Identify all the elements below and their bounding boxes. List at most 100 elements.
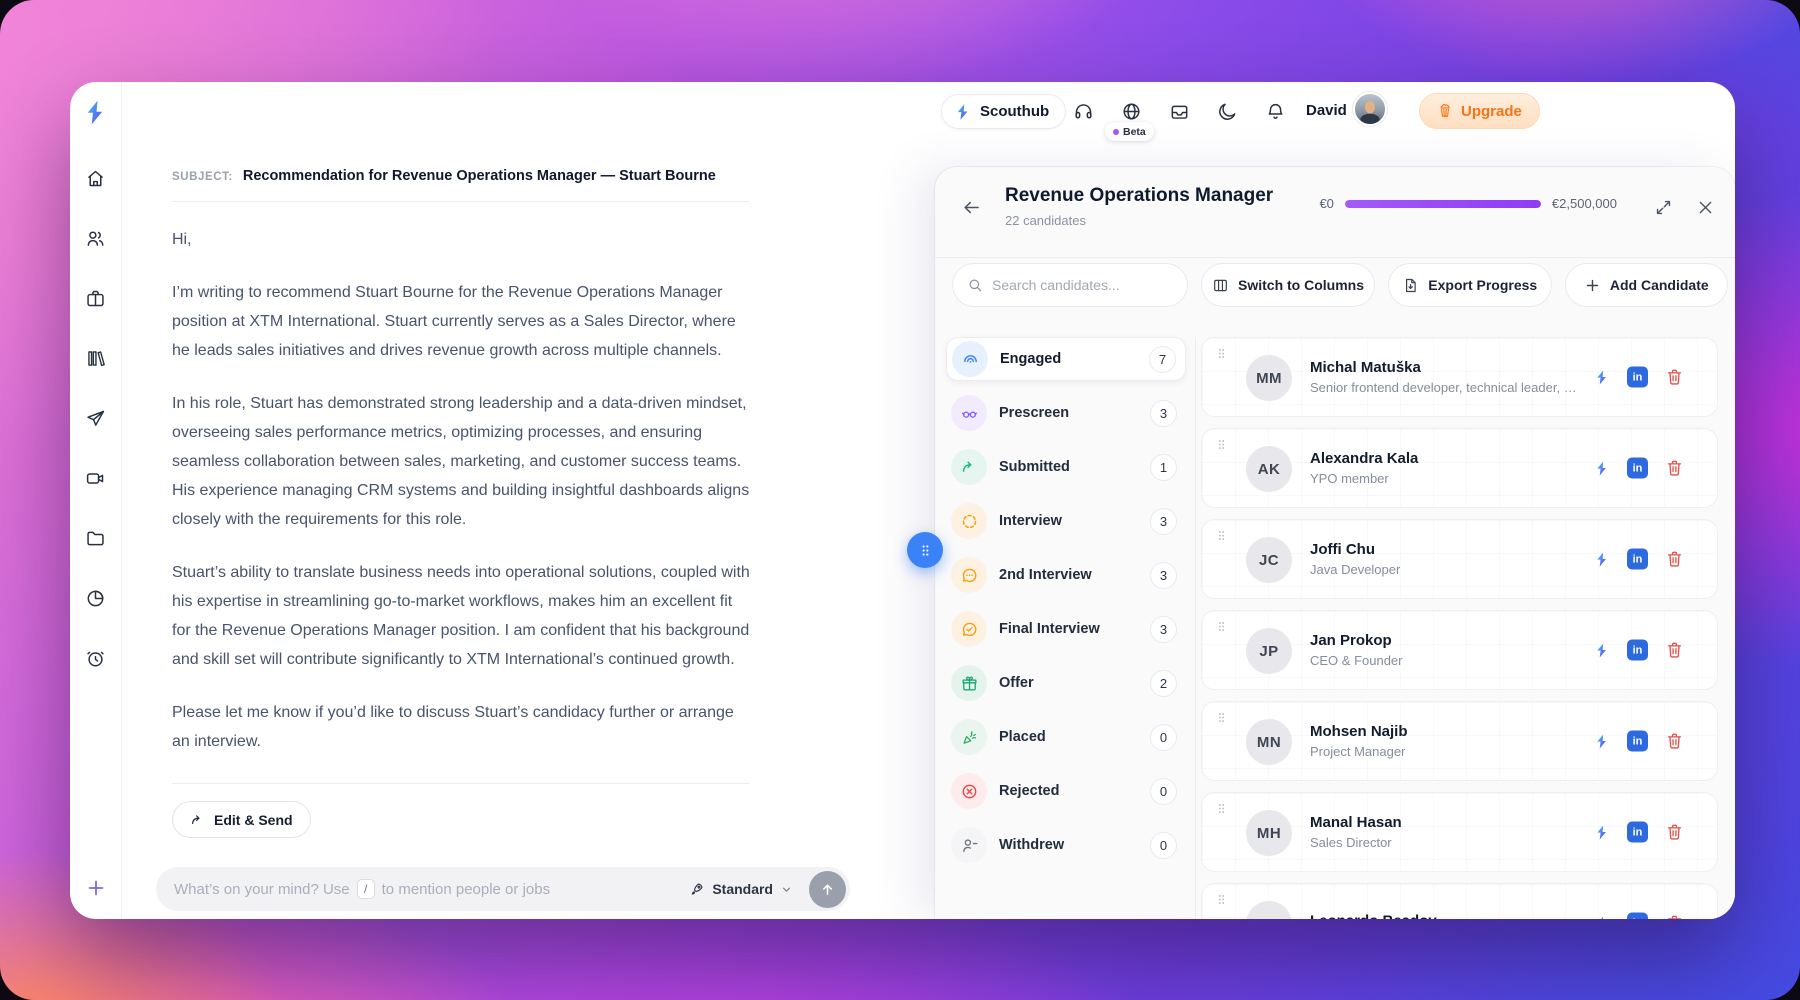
drawer-drag-button[interactable]	[907, 532, 943, 568]
budget-bar	[1345, 200, 1541, 208]
email-greeting: Hi,	[172, 225, 750, 254]
switch-columns-button[interactable]: Switch to Columns	[1201, 263, 1375, 307]
trash-icon[interactable]	[1665, 550, 1684, 569]
drag-handle-icon[interactable]	[1215, 711, 1228, 724]
scouthub-profile-icon[interactable]	[1594, 551, 1610, 567]
columns-icon	[1212, 277, 1229, 294]
linkedin-icon[interactable]: in	[1627, 549, 1648, 570]
sidebar-add-button[interactable]	[85, 877, 107, 899]
composer-placeholder: What’s on your mind? Use	[174, 881, 350, 898]
scouthub-profile-icon[interactable]	[1594, 824, 1610, 840]
contacts-icon[interactable]	[85, 228, 106, 249]
topbar-icons	[1073, 94, 1286, 129]
trash-icon[interactable]	[1665, 914, 1684, 920]
trash-icon[interactable]	[1665, 641, 1684, 660]
candidate-card[interactable]: AK Alexandra Kala YPO member in	[1201, 428, 1718, 508]
scouthub-profile-icon[interactable]	[1594, 733, 1610, 749]
close-icon	[1696, 198, 1715, 217]
trash-icon[interactable]	[1665, 732, 1684, 751]
trash-icon[interactable]	[1665, 459, 1684, 478]
linkedin-icon[interactable]: in	[1627, 640, 1648, 661]
user-name[interactable]: David	[1306, 102, 1347, 119]
candidate-info: Joffi Chu Java Developer	[1310, 541, 1400, 577]
candidate-title: Java Developer	[1310, 562, 1400, 577]
export-progress-button[interactable]: Export Progress	[1388, 263, 1552, 307]
linkedin-icon[interactable]: in	[1627, 913, 1648, 920]
scouthub-profile-icon[interactable]	[1594, 915, 1610, 919]
user-avatar[interactable]	[1353, 92, 1387, 126]
stage-engaged[interactable]: Engaged 7	[946, 337, 1186, 381]
candidate-card[interactable]: MH Manal Hasan Sales Director in	[1201, 792, 1718, 872]
pie-chart-icon[interactable]	[85, 588, 106, 609]
stage-2nd-interview[interactable]: 2nd Interview 3	[946, 553, 1186, 597]
scouthub-profile-icon[interactable]	[1594, 642, 1610, 658]
candidate-search[interactable]	[952, 263, 1188, 307]
drag-handle-icon[interactable]	[1215, 438, 1228, 451]
home-icon[interactable]	[85, 168, 106, 189]
trash-icon[interactable]	[1665, 368, 1684, 387]
stage-submitted[interactable]: Submitted 1	[946, 445, 1186, 489]
expand-button[interactable]	[1649, 193, 1677, 221]
candidate-info: Leonardo Beadov	[1310, 913, 1437, 920]
stage-prescreen[interactable]: Prescreen 3	[946, 391, 1186, 435]
search-input[interactable]	[992, 277, 1173, 293]
linkedin-icon[interactable]: in	[1627, 731, 1648, 752]
candidate-card[interactable]: MN Mohsen Najib Project Manager in	[1201, 701, 1718, 781]
scouthub-profile-icon[interactable]	[1594, 369, 1610, 385]
candidate-card[interactable]: LB Leonardo Beadov in	[1201, 883, 1718, 919]
scouthub-profile-icon[interactable]	[1594, 460, 1610, 476]
trash-icon[interactable]	[1665, 823, 1684, 842]
close-button[interactable]	[1691, 193, 1719, 221]
back-button[interactable]	[955, 191, 987, 223]
library-icon[interactable]	[85, 348, 106, 369]
upgrade-button[interactable]: Upgrade	[1419, 93, 1540, 129]
candidate-card[interactable]: JP Jan Prokop CEO & Founder in	[1201, 610, 1718, 690]
avatar: LB	[1246, 901, 1292, 919]
edit-send-button[interactable]: Edit & Send	[172, 801, 311, 838]
candidate-name: Michal Matuška	[1310, 359, 1580, 376]
globe-icon[interactable]	[1121, 101, 1142, 122]
linkedin-icon[interactable]: in	[1627, 458, 1648, 479]
job-drawer: Revenue Operations Manager 22 candidates…	[935, 167, 1735, 919]
jobs-icon[interactable]	[85, 288, 106, 309]
edit-send-label: Edit & Send	[214, 812, 293, 828]
stage-withdrew[interactable]: Withdrew 0	[946, 823, 1186, 867]
candidate-card[interactable]: JC Joffi Chu Java Developer in	[1201, 519, 1718, 599]
linkedin-icon[interactable]: in	[1627, 822, 1648, 843]
person-minus-icon	[951, 827, 987, 863]
mode-select[interactable]: Standard	[689, 881, 793, 897]
send-icon[interactable]	[85, 408, 106, 429]
submit-button[interactable]	[809, 871, 846, 908]
video-icon[interactable]	[85, 468, 106, 489]
headphones-icon[interactable]	[1073, 101, 1094, 122]
moon-icon[interactable]	[1217, 101, 1238, 122]
email-paragraph: Stuart’s ability to translate business n…	[172, 558, 750, 674]
composer-input[interactable]: What’s on your mind? Use / to mention pe…	[156, 867, 850, 911]
scouthub-logo[interactable]	[82, 99, 109, 126]
drag-handle-icon[interactable]	[1215, 620, 1228, 633]
stage-final-interview[interactable]: Final Interview 3	[946, 607, 1186, 651]
drag-handle-icon[interactable]	[1215, 347, 1228, 360]
folder-icon[interactable]	[85, 528, 106, 549]
inbox-icon[interactable]	[1169, 101, 1190, 122]
avatar: JP	[1246, 628, 1292, 674]
stage-offer[interactable]: Offer 2	[946, 661, 1186, 705]
job-title: Revenue Operations Manager	[1005, 185, 1273, 207]
candidate-actions: in	[1594, 458, 1684, 479]
brand-pill[interactable]: Scouthub	[941, 94, 1066, 129]
stage-interview[interactable]: Interview 3	[946, 499, 1186, 543]
candidate-card[interactable]: MM Michal Matuška Senior frontend develo…	[1201, 337, 1718, 417]
stage-placed[interactable]: Placed 0	[946, 715, 1186, 759]
linkedin-icon[interactable]: in	[1627, 367, 1648, 388]
stage-label: Interview	[999, 513, 1062, 529]
drag-handle-icon[interactable]	[1215, 893, 1228, 906]
bell-icon[interactable]	[1265, 101, 1286, 122]
drag-handle-icon[interactable]	[1215, 802, 1228, 815]
stage-label: Engaged	[1000, 351, 1061, 367]
stage-rejected[interactable]: Rejected 0	[946, 769, 1186, 813]
add-candidate-button[interactable]: Add Candidate	[1565, 263, 1729, 307]
drag-dots-icon	[918, 543, 933, 558]
alarm-icon[interactable]	[85, 648, 106, 669]
drag-handle-icon[interactable]	[1215, 529, 1228, 542]
brand-label: Scouthub	[980, 103, 1049, 120]
